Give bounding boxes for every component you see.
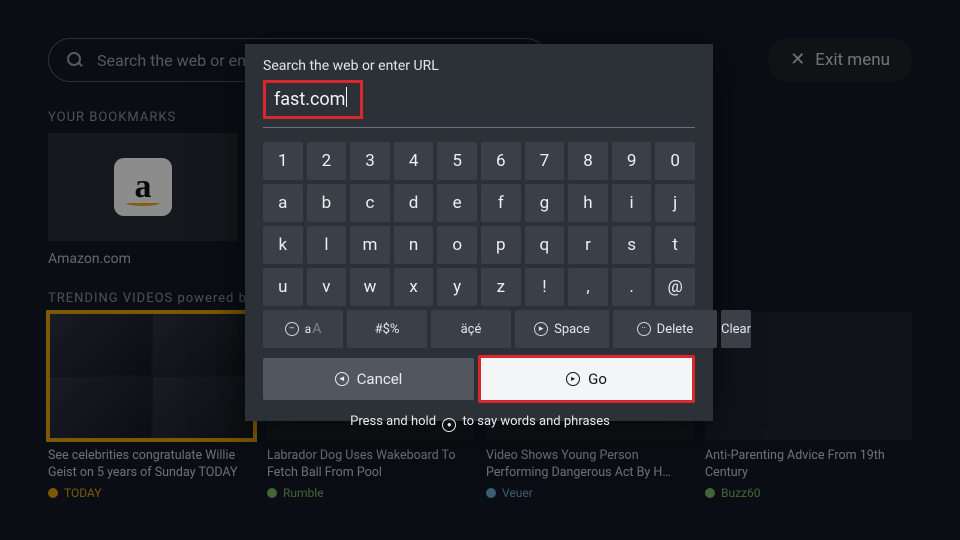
back-icon: ◄ <box>335 372 349 386</box>
key-1[interactable]: 1 <box>263 142 303 180</box>
video-source: Rumble <box>267 486 474 500</box>
key-4[interactable]: 4 <box>394 142 434 180</box>
key-8[interactable]: 8 <box>568 142 608 180</box>
key-u[interactable]: u <box>263 268 303 306</box>
cancel-button[interactable]: ◄ Cancel <box>263 358 474 400</box>
play-pause-icon: ▸ <box>566 372 580 386</box>
key-@[interactable]: @ <box>655 268 695 306</box>
circle-icon: ▸ <box>534 322 548 336</box>
key-0[interactable]: 0 <box>655 142 695 180</box>
key-n[interactable]: n <box>394 226 434 264</box>
key-k[interactable]: k <box>263 226 303 264</box>
key-2[interactable]: 2 <box>307 142 347 180</box>
source-icon <box>705 488 715 498</box>
video-source: Buzz60 <box>705 486 912 500</box>
key-5[interactable]: 5 <box>437 142 477 180</box>
key-7[interactable]: 7 <box>525 142 565 180</box>
video-title: See celebrities congratulate Willie Geis… <box>48 448 255 482</box>
url-input-value: fast.com <box>274 89 345 110</box>
url-input-highlight: fast.com <box>263 80 363 119</box>
key-c[interactable]: c <box>350 184 390 222</box>
key-w[interactable]: w <box>350 268 390 306</box>
close-icon: ✕ <box>790 51 805 69</box>
delete-key[interactable]: ·· Delete <box>613 310 717 348</box>
go-button[interactable]: ▸ Go <box>478 355 695 403</box>
key-p[interactable]: p <box>481 226 521 264</box>
amazon-logo: a <box>114 158 172 216</box>
exit-menu-button[interactable]: ✕ Exit menu <box>768 38 912 82</box>
text-cursor <box>346 87 347 107</box>
key-z[interactable]: z <box>481 268 521 306</box>
source-icon <box>486 488 496 498</box>
key-9[interactable]: 9 <box>612 142 652 180</box>
mic-icon: ● <box>442 418 456 432</box>
key-a[interactable]: a <box>263 184 303 222</box>
key-i[interactable]: i <box>612 184 652 222</box>
video-source: Veuer <box>486 486 693 500</box>
action-row: ◄ Cancel ▸ Go <box>263 358 695 403</box>
search-icon <box>67 52 83 68</box>
key-q[interactable]: q <box>525 226 565 264</box>
url-input-row[interactable]: fast.com <box>263 80 695 128</box>
key-s[interactable]: s <box>612 226 652 264</box>
source-icon <box>267 488 277 498</box>
key-e[interactable]: e <box>437 184 477 222</box>
onscreen-keyboard-modal: Search the web or enter URL fast.com 123… <box>245 44 713 421</box>
key-6[interactable]: 6 <box>481 142 521 180</box>
key-j[interactable]: j <box>655 184 695 222</box>
source-icon <box>48 488 58 498</box>
bookmark-label: Amazon.com <box>48 251 238 267</box>
key-,[interactable]: , <box>568 268 608 306</box>
space-key[interactable]: ▸ Space <box>515 310 609 348</box>
accents-key[interactable]: äçé <box>431 310 511 348</box>
video-title: Video Shows Young Person Performing Dang… <box>486 448 693 482</box>
video-title: Anti-Parenting Advice From 19th Century <box>705 448 912 482</box>
circle-icon: ·· <box>637 322 651 336</box>
voice-hint: Press and hold ● to say words and phrase… <box>0 414 960 432</box>
key-t[interactable]: t <box>655 226 695 264</box>
key-o[interactable]: o <box>437 226 477 264</box>
case-key[interactable]: – aA <box>263 310 343 348</box>
key-grid: 1234567890 abcdefghij klmnopqrst uvwxyz!,.@ <box>263 142 695 306</box>
key-![interactable]: ! <box>525 268 565 306</box>
key-m[interactable]: m <box>350 226 390 264</box>
video-title: Labrador Dog Uses Wakeboard To Fetch Bal… <box>267 448 474 482</box>
key-h[interactable]: h <box>568 184 608 222</box>
key-r[interactable]: r <box>568 226 608 264</box>
key-v[interactable]: v <box>307 268 347 306</box>
function-row: – aA #$% äçé ▸ Space ·· Delete Clear <box>263 310 695 348</box>
key-.[interactable]: . <box>612 268 652 306</box>
key-b[interactable]: b <box>307 184 347 222</box>
key-l[interactable]: l <box>307 226 347 264</box>
modal-title: Search the web or enter URL <box>263 58 695 74</box>
video-source: TODAY <box>48 486 255 500</box>
symbols-key[interactable]: #$% <box>347 310 427 348</box>
circle-icon: – <box>285 322 299 336</box>
key-x[interactable]: x <box>394 268 434 306</box>
clear-key[interactable]: Clear <box>721 310 751 348</box>
video-card[interactable]: See celebrities congratulate Willie Geis… <box>48 312 255 500</box>
key-f[interactable]: f <box>481 184 521 222</box>
key-y[interactable]: y <box>437 268 477 306</box>
exit-label: Exit menu <box>815 50 890 70</box>
key-3[interactable]: 3 <box>350 142 390 180</box>
key-g[interactable]: g <box>525 184 565 222</box>
bookmark-thumb: a <box>48 133 238 241</box>
bookmark-card[interactable]: a Amazon.com <box>48 133 238 267</box>
key-d[interactable]: d <box>394 184 434 222</box>
